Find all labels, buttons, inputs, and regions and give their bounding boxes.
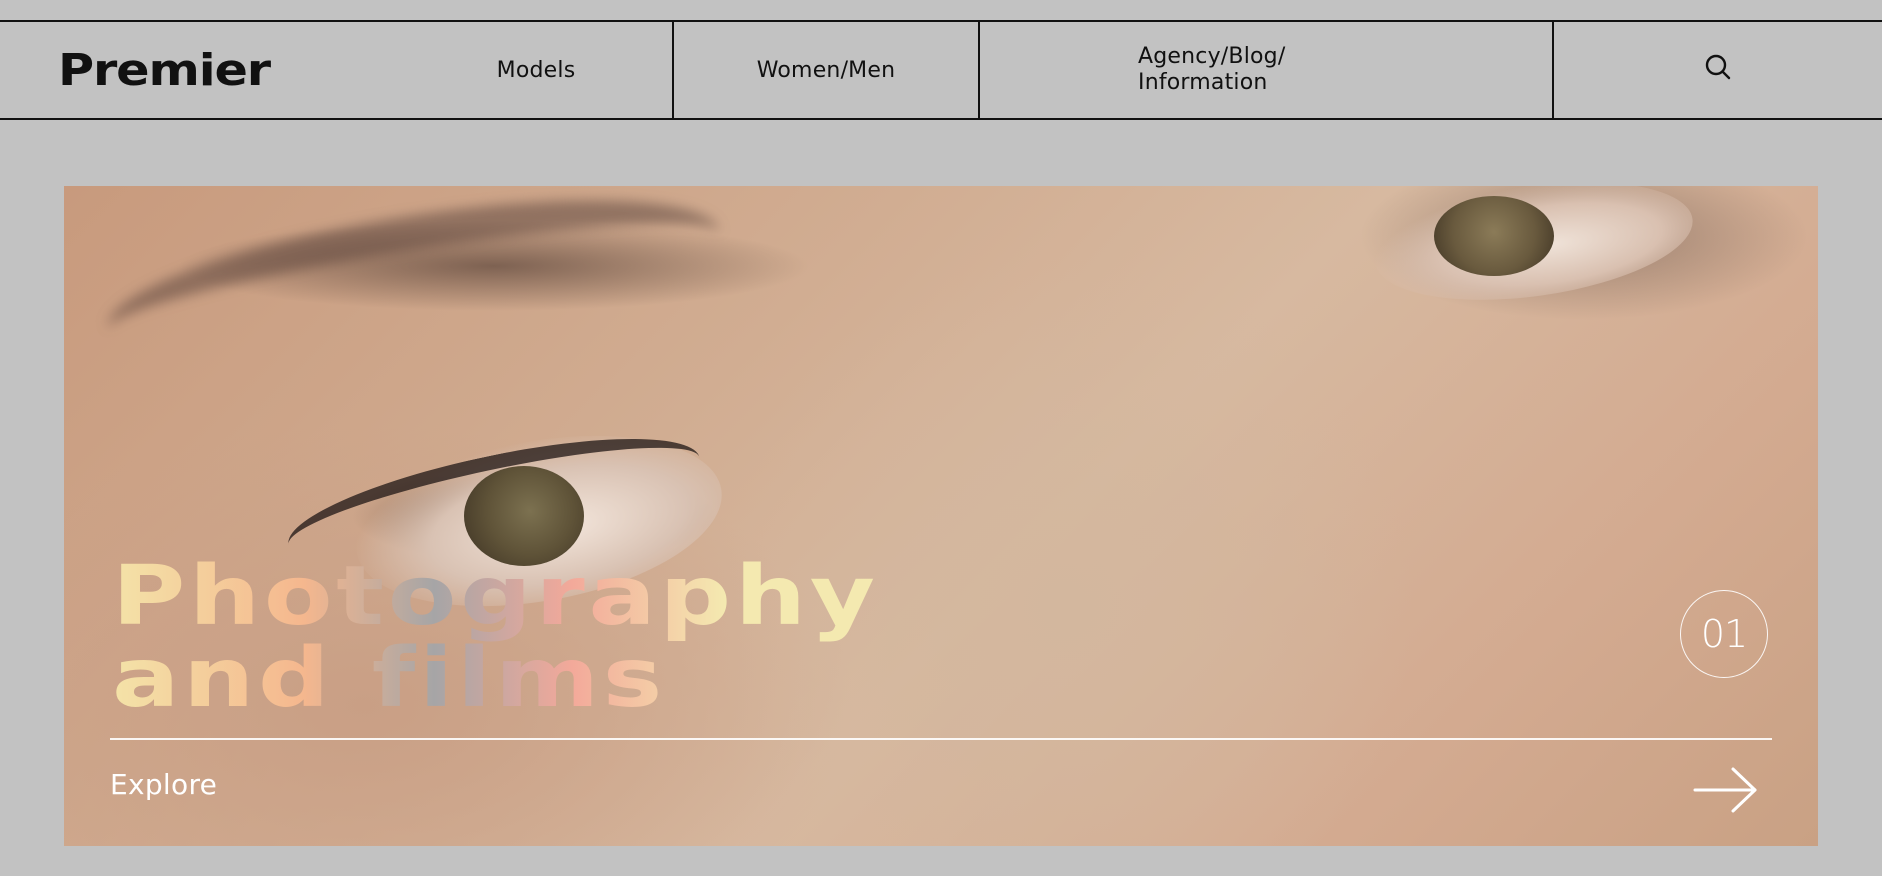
nav-item-agency-line1: Agency/Blog/ xyxy=(1138,44,1286,69)
hero-title: Photography and films xyxy=(112,556,879,720)
search-button[interactable] xyxy=(1554,22,1882,118)
hero-image-right-iris xyxy=(1434,196,1554,276)
search-icon xyxy=(1704,53,1732,87)
hero-banner: Photography and films 01 Explore xyxy=(64,186,1818,846)
arrow-right-icon xyxy=(1693,766,1759,818)
explore-link[interactable]: Explore xyxy=(110,768,217,801)
top-navigation: Premier Models Women/Men Agency/Blog/ In… xyxy=(0,20,1882,120)
nav-item-agency-line2: Information xyxy=(1138,70,1268,95)
hero-divider xyxy=(110,738,1772,740)
hero-image-eyebrow xyxy=(97,186,731,394)
nav-item-agency-blog-information[interactable]: Agency/Blog/ Information xyxy=(1138,22,1438,118)
hero-title-line2: and films xyxy=(112,631,667,726)
hero-title-line1: Photography xyxy=(112,549,879,644)
slide-counter: 01 xyxy=(1680,590,1768,678)
nav-item-models[interactable]: Models xyxy=(400,22,672,118)
brand-logo[interactable]: Premier xyxy=(58,22,394,118)
nav-divider xyxy=(978,22,980,118)
nav-item-women-men[interactable]: Women/Men xyxy=(674,22,978,118)
explore-arrow-button[interactable] xyxy=(1690,766,1762,818)
